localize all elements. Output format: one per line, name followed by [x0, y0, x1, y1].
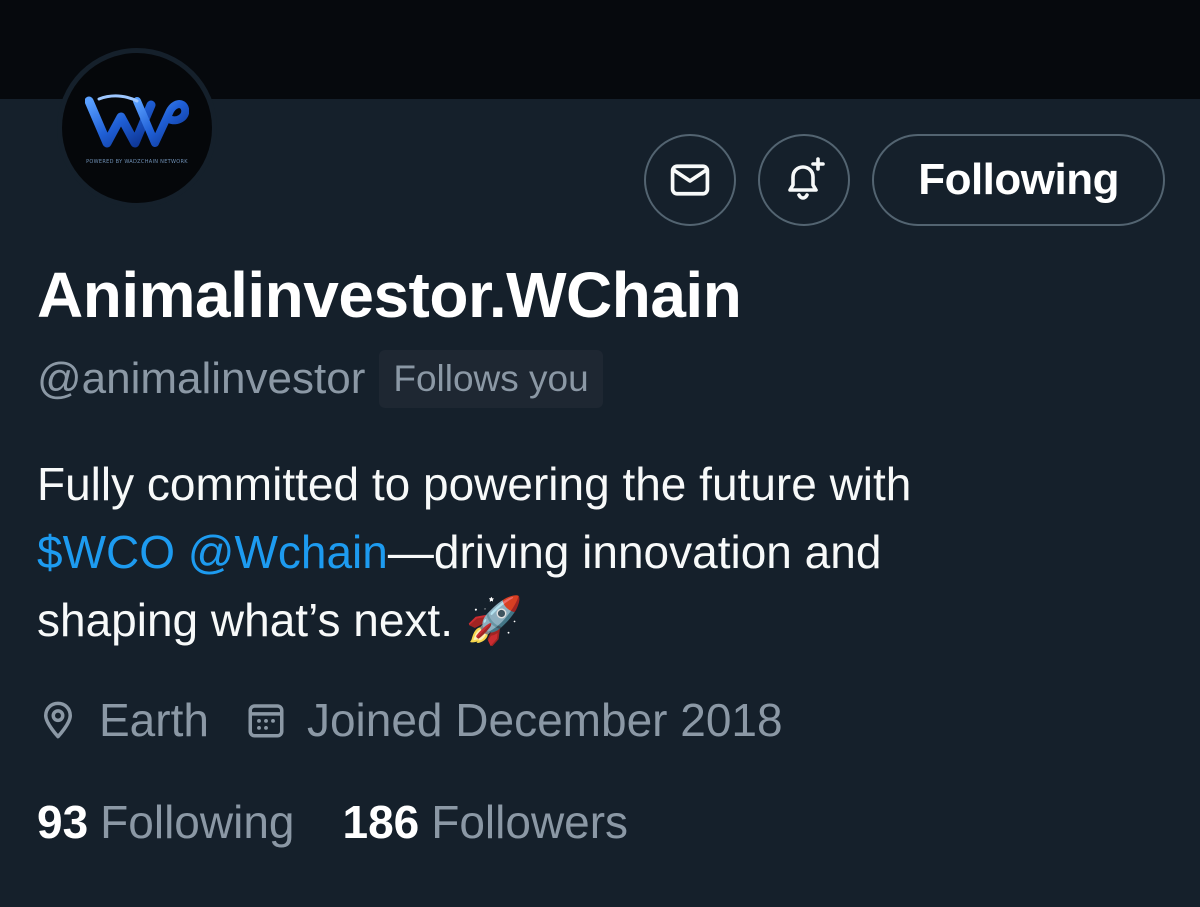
envelope-icon: [670, 164, 710, 196]
handle-row: @animalinvestor Follows you: [37, 348, 603, 410]
join-date: Joined December 2018: [245, 693, 783, 747]
location: Earth: [37, 693, 209, 747]
following-label: Following: [100, 796, 295, 848]
bio-line-2-text: —driving innovation and: [387, 526, 882, 578]
follow-stats: 93 Following 186 Followers: [37, 792, 628, 852]
location-text: Earth: [99, 694, 209, 746]
bell-plus-icon: [788, 157, 826, 200]
map-pin-icon: [44, 701, 72, 739]
avatar-image: POWERED BY WADZCHAIN NETWORK: [62, 53, 212, 203]
notifications-button[interactable]: [758, 134, 851, 226]
cashtag-link[interactable]: $WCO: [37, 526, 175, 578]
bio-line-3: shaping what’s next. 🚀: [37, 586, 1167, 654]
followers-stat-link[interactable]: 186 Followers: [342, 795, 628, 849]
followers-label: Followers: [431, 796, 629, 848]
following-count: 93: [37, 796, 89, 848]
join-date-text: Joined December 2018: [306, 694, 783, 746]
follows-you-badge: Follows you: [379, 350, 603, 408]
bio: Fully committed to powering the future w…: [37, 450, 1167, 654]
profile-meta: Earth Joined December 2018: [37, 690, 783, 750]
bio-line-3-text: shaping what’s next.: [37, 594, 453, 646]
followers-count: 186: [342, 796, 420, 848]
user-handle: @animalinvestor: [37, 354, 366, 403]
message-button[interactable]: [644, 134, 737, 226]
avatar[interactable]: POWERED BY WADZCHAIN NETWORK: [57, 48, 217, 208]
mention-link[interactable]: @Wchain: [188, 526, 388, 578]
avatar-tagline: POWERED BY WADZCHAIN NETWORK: [86, 159, 188, 165]
bio-line-2: $WCO @Wchain—driving innovation and: [37, 518, 1167, 586]
wchain-logo-icon: [85, 94, 189, 148]
following-stat-link[interactable]: 93 Following: [37, 795, 294, 849]
following-button[interactable]: Following: [872, 134, 1165, 226]
bio-line-1: Fully committed to powering the future w…: [37, 458, 912, 510]
rocket-emoji: 🚀: [465, 594, 524, 646]
calendar-icon: [248, 704, 284, 738]
display-name: Animalinvestor.WChain: [37, 259, 742, 331]
profile-actions: Following: [644, 134, 1165, 226]
